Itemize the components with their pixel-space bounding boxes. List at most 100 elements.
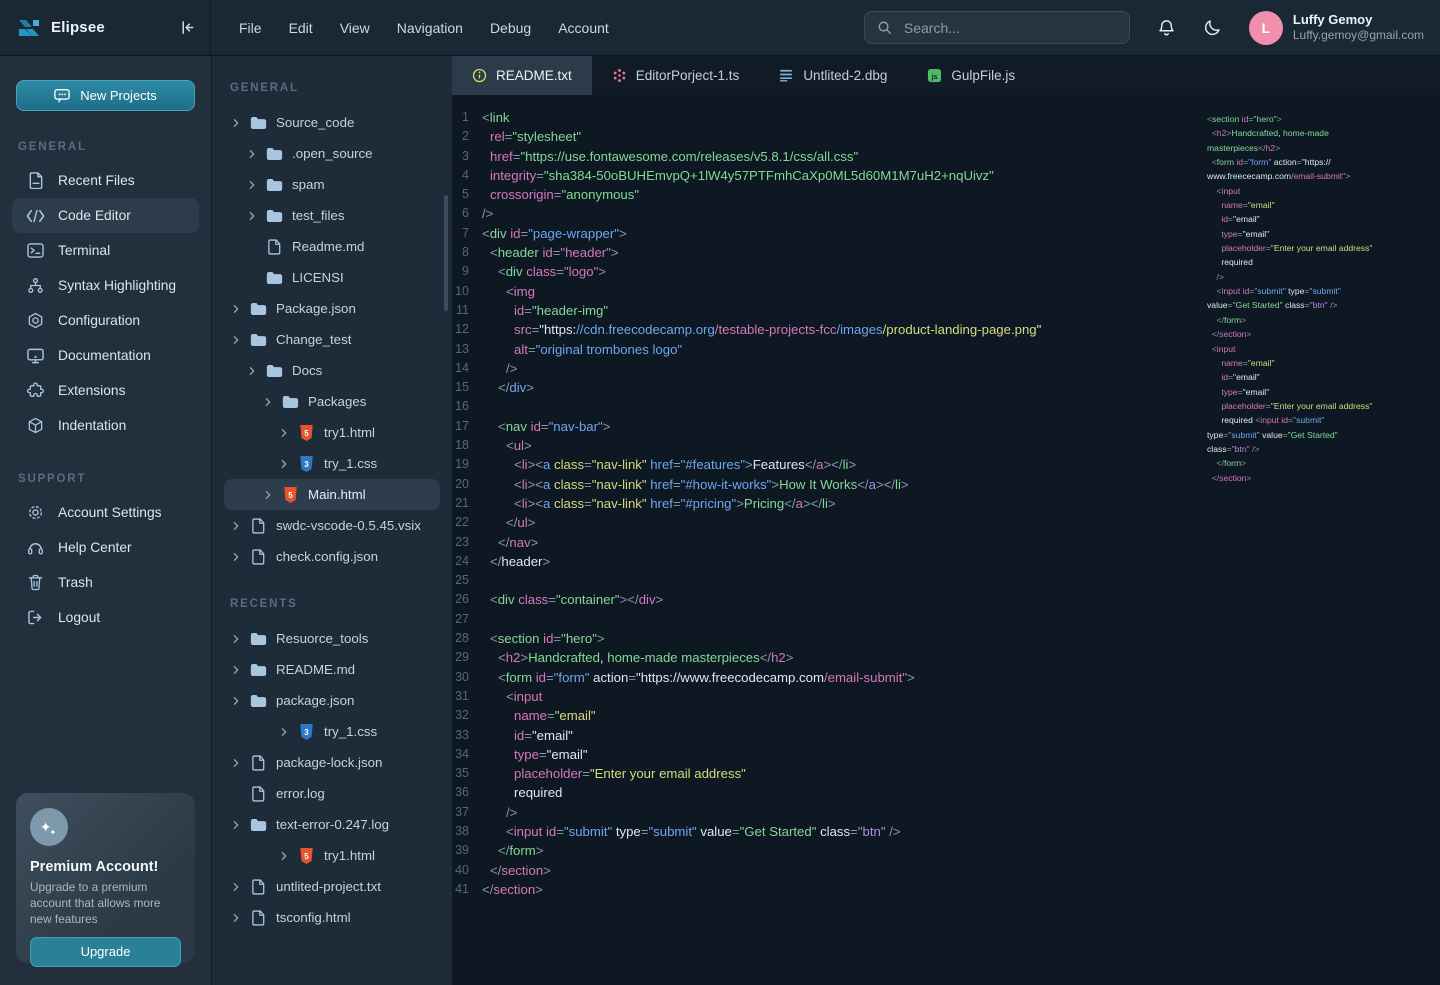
tree-item-package-json[interactable]: Package.json [224,293,440,324]
tree-item-readme-md[interactable]: README.md [224,654,440,685]
tab-readme-txt[interactable]: README.txt [452,56,592,95]
menu-item-edit[interactable]: Edit [289,20,313,36]
code-line[interactable]: 37/> [452,803,1180,822]
code-editor-area[interactable]: 1<link2rel="stylesheet"3href="https://us… [452,95,1180,985]
tree-item-readme-md[interactable]: Readme.md [224,231,440,262]
chevron-right-icon[interactable] [230,758,241,768]
tree-item-packages[interactable]: Packages [224,386,440,417]
code-line[interactable]: 3href="https://use.fontawesome.com/relea… [452,147,1180,166]
code-line[interactable]: 22</ul> [452,513,1180,532]
chevron-right-icon[interactable] [230,304,241,314]
code-line[interactable]: 12src="https://cdn.freecodecamp.org/test… [452,320,1180,339]
chevron-right-icon[interactable] [230,521,241,531]
code-line[interactable]: 8<header id="header"> [452,243,1180,262]
chevron-right-icon[interactable] [246,149,257,159]
code-line[interactable]: 7<div id="page-wrapper"> [452,224,1180,243]
menu-item-account[interactable]: Account [558,20,609,36]
code-line[interactable]: 18<ul> [452,436,1180,455]
chevron-right-icon[interactable] [230,665,241,675]
search-input[interactable] [902,19,1117,37]
code-line[interactable]: 16 [452,397,1180,416]
code-line[interactable]: 33id="email" [452,726,1180,745]
tree-item-check-config-json[interactable]: check.config.json [224,541,440,572]
code-line[interactable]: 26<div class="container"></div> [452,590,1180,609]
tree-item-try-1-css[interactable]: 3try_1.css [224,448,440,479]
code-line[interactable]: 30<form id="form" action="https://www.fr… [452,668,1180,687]
tree-item-change-test[interactable]: Change_test [224,324,440,355]
chevron-right-icon[interactable] [230,335,241,345]
sidebar-item-syntax-highlighting[interactable]: Syntax Highlighting [12,268,199,303]
code-line[interactable]: 41</section> [452,880,1180,899]
sidebar-item-account-settings[interactable]: Account Settings [12,495,199,530]
code-line[interactable]: 29<h2>Handcrafted, home-made masterpiece… [452,648,1180,667]
sidebar-item-logout[interactable]: Logout [12,600,199,635]
code-line[interactable]: 23</nav> [452,533,1180,552]
code-line[interactable]: 14/> [452,359,1180,378]
code-line[interactable]: 35placeholder="Enter your email address" [452,764,1180,783]
chevron-right-icon[interactable] [230,913,241,923]
sidebar-item-help-center[interactable]: Help Center [12,530,199,565]
sidebar-item-indentation[interactable]: Indentation [12,408,199,443]
tree-item-spam[interactable]: spam [224,169,440,200]
chevron-right-icon[interactable] [278,459,289,469]
tree-item-text-error-0-247-log[interactable]: text-error-0.247.log [224,809,440,840]
chevron-right-icon[interactable] [246,180,257,190]
tree-item-licensi[interactable]: LICENSI [224,262,440,293]
code-line[interactable]: 39</form> [452,841,1180,860]
tree-item-try-1-css[interactable]: 3try_1.css [224,716,440,747]
code-line[interactable]: 32name="email" [452,706,1180,725]
chevron-right-icon[interactable] [278,428,289,438]
chevron-right-icon[interactable] [246,211,257,221]
code-line[interactable]: 38<input id="submit" type="submit" value… [452,822,1180,841]
sidebar-item-terminal[interactable]: Terminal [12,233,199,268]
menu-item-debug[interactable]: Debug [490,20,531,36]
tab-editorporject-1-ts[interactable]: EditorPorject-1.ts [592,56,760,95]
tab-gulpfile-js[interactable]: jsGulpFile.js [907,56,1035,95]
code-line[interactable]: 31<input [452,687,1180,706]
tree-item-test-files[interactable]: test_files [224,200,440,231]
tree-item-resuorce-tools[interactable]: Resuorce_tools [224,623,440,654]
tree-item-tsconfig-html[interactable]: tsconfig.html [224,902,440,933]
chevron-right-icon[interactable] [262,397,273,407]
code-line[interactable]: 17<nav id="nav-bar"> [452,417,1180,436]
tree-item-source-code[interactable]: Source_code [224,107,440,138]
tree-item-main-html[interactable]: 5Main.html [224,479,440,510]
sidebar-item-trash[interactable]: Trash [12,565,199,600]
menu-item-file[interactable]: File [239,20,262,36]
tree-item-open-source[interactable]: .open_source [224,138,440,169]
code-line[interactable]: 20<li><a class="nav-link" href="#how-it-… [452,475,1180,494]
code-line[interactable]: 15</div> [452,378,1180,397]
tree-item-docs[interactable]: Docs [224,355,440,386]
code-line[interactable]: 21<li><a class="nav-link" href="#pricing… [452,494,1180,513]
chevron-right-icon[interactable] [230,696,241,706]
sidebar-item-extensions[interactable]: Extensions [12,373,199,408]
sidebar-item-code-editor[interactable]: Code Editor [12,198,199,233]
tree-item-try1-html[interactable]: 5try1.html [224,417,440,448]
code-line[interactable]: 34type="email" [452,745,1180,764]
tree-item-try1-html[interactable]: 5try1.html [224,840,440,871]
new-projects-button[interactable]: New Projects [16,80,195,111]
code-line[interactable]: 25 [452,571,1180,590]
menu-item-view[interactable]: View [340,20,370,36]
code-line[interactable]: 10<img [452,282,1180,301]
code-line[interactable]: 40</section> [452,861,1180,880]
chevron-right-icon[interactable] [230,820,241,830]
chevron-right-icon[interactable] [246,366,257,376]
tree-item-package-json[interactable]: package.json [224,685,440,716]
tree-item-package-lock-json[interactable]: package-lock.json [224,747,440,778]
chevron-right-icon[interactable] [230,118,241,128]
menu-item-navigation[interactable]: Navigation [397,20,463,36]
code-line[interactable]: 19<li><a class="nav-link" href="#feature… [452,455,1180,474]
chevron-right-icon[interactable] [230,634,241,644]
code-line[interactable]: 1<link [452,108,1180,127]
chevron-right-icon[interactable] [278,727,289,737]
user-avatar[interactable]: L [1249,11,1283,45]
notifications-bell-icon[interactable] [1157,18,1176,38]
tree-item-untlited-project-txt[interactable]: untlited-project.txt [224,871,440,902]
dark-mode-moon-icon[interactable] [1203,18,1222,37]
tree-item-error-log[interactable]: error.log [224,778,440,809]
upgrade-button[interactable]: Upgrade [30,937,181,967]
code-line[interactable]: 27 [452,610,1180,629]
code-line[interactable]: 11id="header-img" [452,301,1180,320]
chevron-right-icon[interactable] [230,552,241,562]
